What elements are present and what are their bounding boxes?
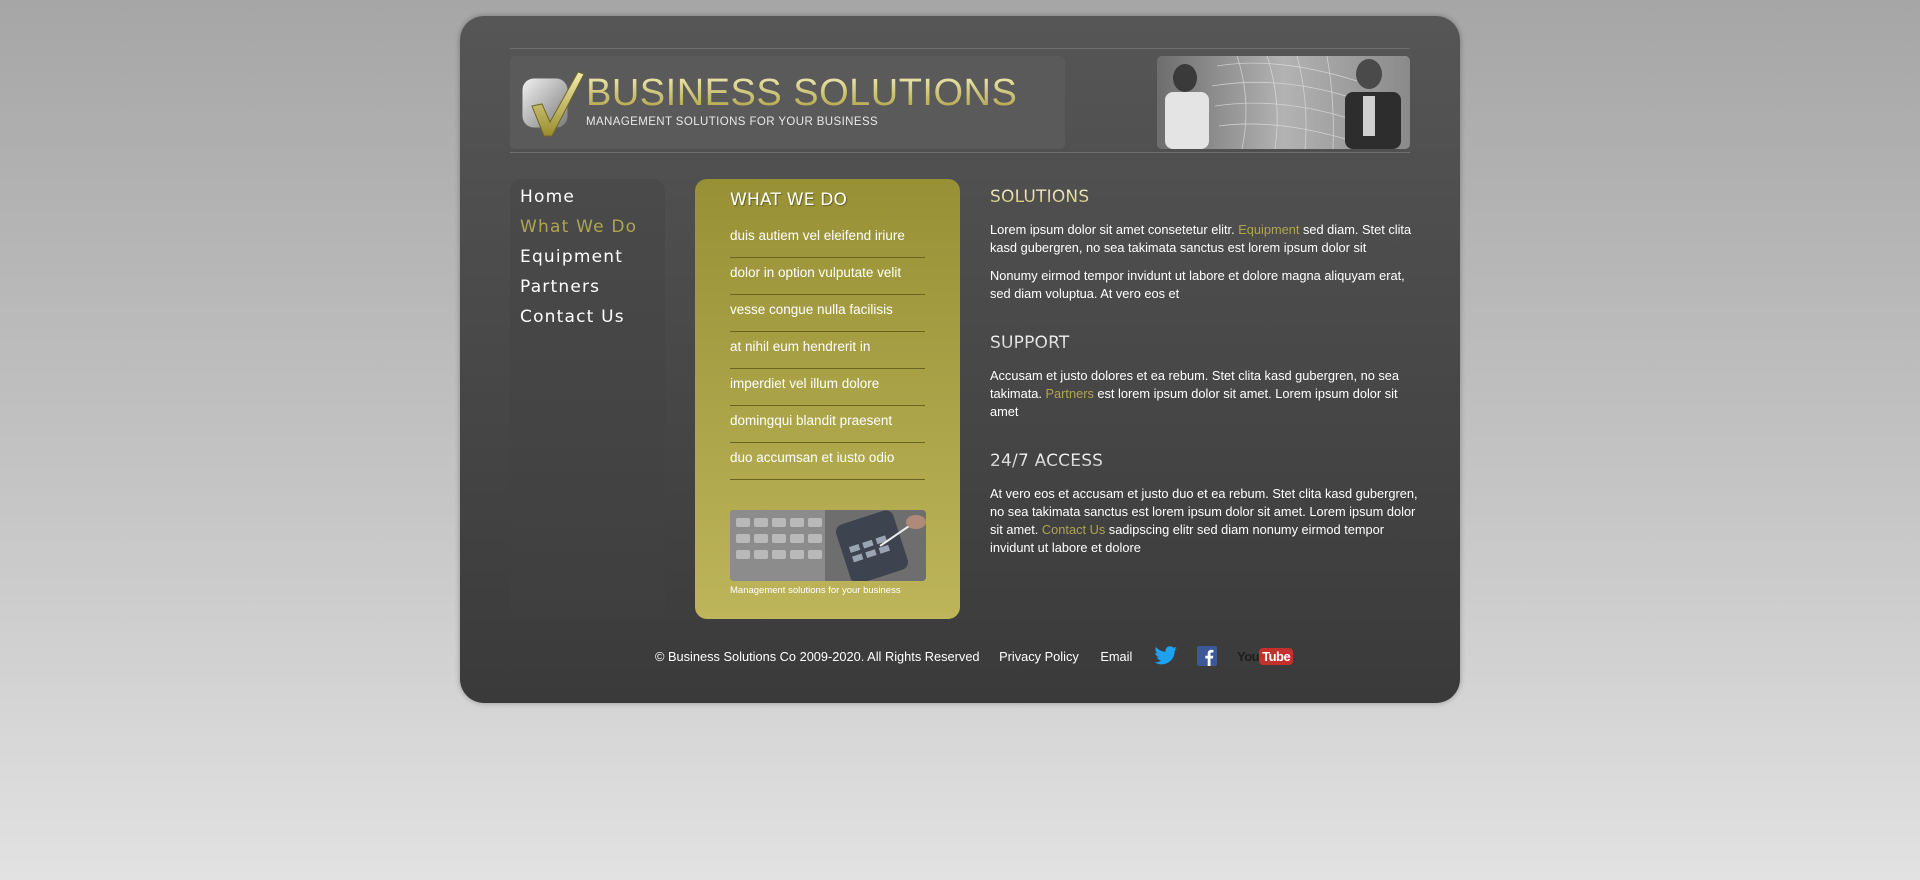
list-item[interactable]: domingqui blandit praesent xyxy=(730,406,925,443)
list-item[interactable]: imperdiet vel illum dolore xyxy=(730,369,925,406)
list-item[interactable]: duo accumsan et iusto odio xyxy=(730,443,925,480)
header-photo xyxy=(1157,56,1410,149)
nav-item-contact-us[interactable]: Contact Us xyxy=(520,307,665,329)
site-tagline: MANAGEMENT SOLUTIONS FOR YOUR BUSINESS xyxy=(586,116,879,128)
support-paragraph: Accusam et justo dolores et ea rebum. St… xyxy=(990,367,1425,421)
youtube-you-text: You xyxy=(1237,648,1260,664)
content-column: SOLUTIONS Lorem ipsum dolor sit amet con… xyxy=(990,179,1425,557)
solutions-title: SOLUTIONS xyxy=(990,187,1425,209)
what-we-do-title: WHAT WE DO xyxy=(730,190,848,210)
header-divider-bottom xyxy=(510,152,1410,153)
nav-item-home[interactable]: Home xyxy=(520,187,665,209)
twitter-icon[interactable] xyxy=(1154,646,1178,666)
what-we-do-list: duis autiem vel eleifend iriure dolor in… xyxy=(730,221,925,480)
facebook-icon[interactable] xyxy=(1197,646,1218,666)
sidebar-nav: Home What We Do Equipment Partners Conta… xyxy=(510,179,665,619)
list-item[interactable]: dolor in option vulputate velit xyxy=(730,258,925,295)
header-divider-top xyxy=(510,48,1410,49)
privacy-policy-link[interactable]: Privacy Policy xyxy=(999,649,1079,664)
promo-caption: Management solutions for your business xyxy=(730,585,901,596)
youtube-icon[interactable]: You Tube xyxy=(1237,647,1294,665)
list-item[interactable]: vesse congue nulla facilisis xyxy=(730,295,925,332)
solutions-text-a: Lorem ipsum dolor sit amet consetetur el… xyxy=(990,222,1239,237)
keyboard-phone-photo-icon xyxy=(730,510,926,581)
equipment-link[interactable]: Equipment xyxy=(1238,222,1299,237)
business-people-photo-icon xyxy=(1157,56,1410,149)
nav-item-equipment[interactable]: Equipment xyxy=(520,247,665,269)
list-item[interactable]: at nihil eum hendrerit in xyxy=(730,332,925,369)
email-link[interactable]: Email xyxy=(1100,649,1132,664)
nav-item-partners[interactable]: Partners xyxy=(520,277,665,299)
page-frame: BUSINESS SOLUTIONS MANAGEMENT SOLUTIONS … xyxy=(460,16,1460,703)
access-paragraph: At vero eos et accusam et justo duo et e… xyxy=(990,485,1425,557)
support-title: SUPPORT xyxy=(990,333,1425,355)
checkmark-logo-icon xyxy=(521,71,585,137)
solutions-paragraph-2: Nonumy eirmod tempor invidunt ut labore … xyxy=(990,268,1405,301)
what-we-do-panel: WHAT WE DO duis autiem vel eleifend iriu… xyxy=(695,179,960,619)
list-item[interactable]: duis autiem vel eleifend iriure xyxy=(730,221,925,258)
logo-banner[interactable]: BUSINESS SOLUTIONS MANAGEMENT SOLUTIONS … xyxy=(510,56,1065,149)
nav-item-what-we-do[interactable]: What We Do xyxy=(520,217,665,239)
contact-us-link[interactable]: Contact Us xyxy=(1042,522,1105,537)
copyright-text: © Business Solutions Co 2009-2020. All R… xyxy=(655,648,980,664)
site-title: BUSINESS SOLUTIONS xyxy=(586,72,1018,114)
footer: © Business Solutions Co 2009-2020. All R… xyxy=(655,646,1294,668)
partners-link[interactable]: Partners xyxy=(1045,386,1093,401)
promo-photo xyxy=(730,510,926,581)
access-title: 24/7 ACCESS xyxy=(990,451,1425,473)
youtube-tube-text: Tube xyxy=(1259,647,1294,665)
solutions-paragraph-1: Lorem ipsum dolor sit amet consetetur el… xyxy=(990,221,1425,257)
